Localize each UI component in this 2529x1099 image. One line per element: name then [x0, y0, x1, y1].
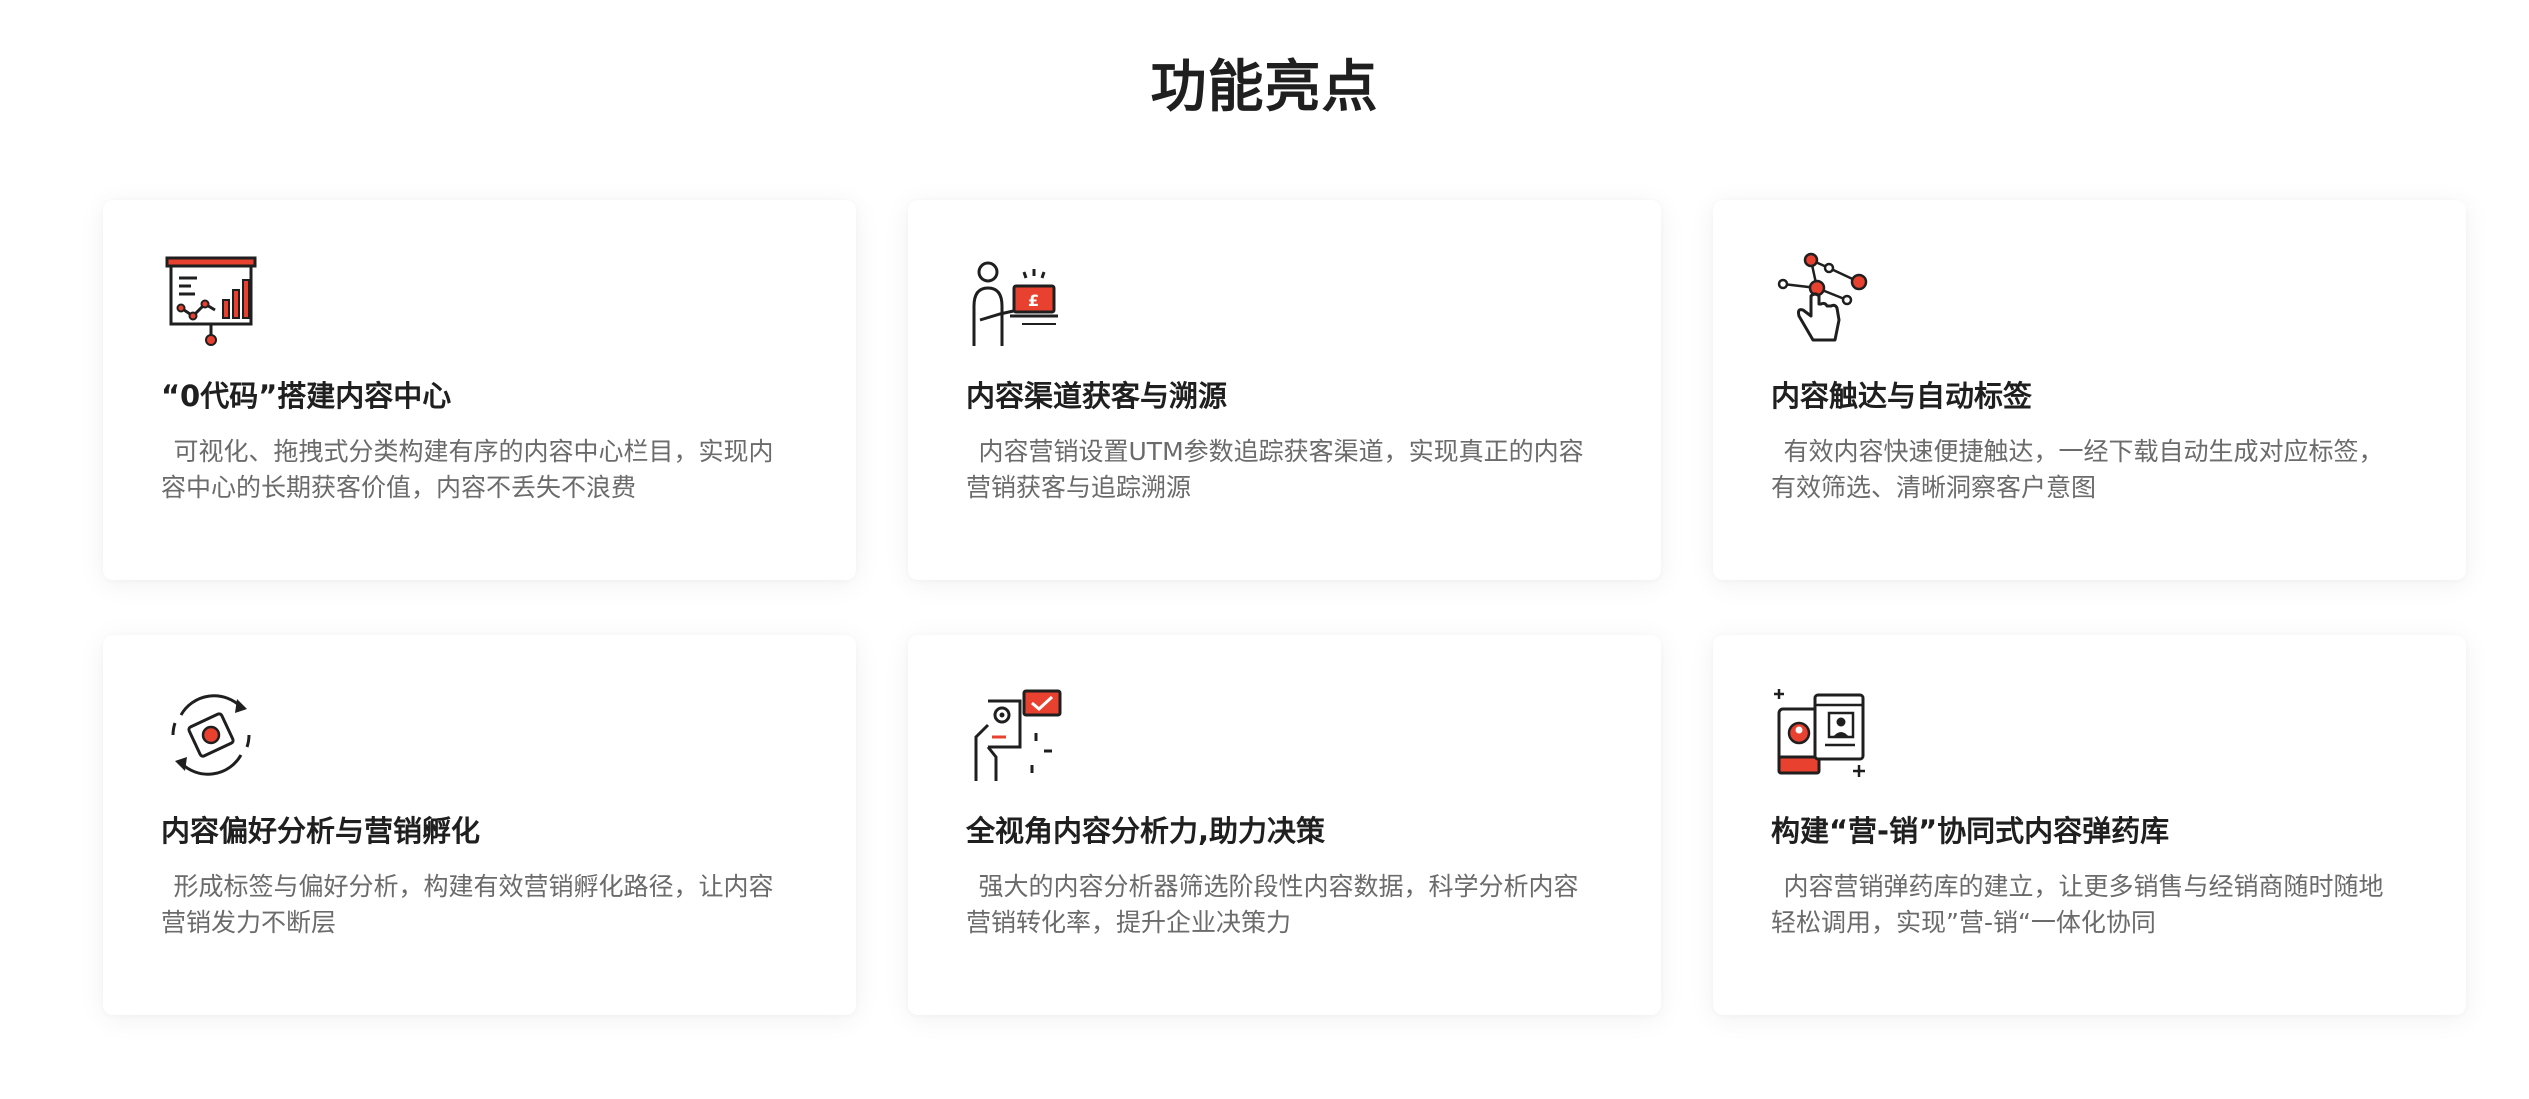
card-description: 形成标签与偏好分析，构建有效营销孵化路径，让内容营销发力不断层 — [161, 872, 774, 937]
card-title: 构建“营-销”协同式内容弹药库 — [1771, 814, 2170, 848]
feature-card-channel-tracking: £ 内容渠道获客与溯源 内容营销设置UTM参数追踪获客渠道，实现真正的内容营销获… — [908, 200, 1661, 580]
svg-text:£: £ — [1028, 291, 1039, 310]
hand-settings-check-icon — [974, 689, 1062, 781]
hand-network-icon — [1777, 252, 1868, 342]
card-description: 可视化、拖拽式分类构建有序的内容中心栏目，实现内容中心的长期获客价值，内容不丢失… — [161, 437, 774, 502]
feature-card-auto-tagging: 内容触达与自动标签 有效内容快速便捷触达，一经下载自动生成对应标签，有效筛选、清… — [1713, 200, 2466, 580]
feature-card-content-arsenal: 构建“营-销”协同式内容弹药库 内容营销弹药库的建立，让更多销售与经销商随时随地… — [1713, 635, 2466, 1015]
cycle-target-icon — [171, 694, 251, 776]
card-title: 内容渠道获客与溯源 — [966, 379, 1228, 413]
card-title: 内容触达与自动标签 — [1771, 379, 2033, 413]
card-description: 强大的内容分析器筛选阶段性内容数据，科学分析内容营销转化率，提升企业决策力 — [966, 872, 1579, 937]
card-title: 全视角内容分析力,助力决策 — [966, 814, 1326, 848]
feature-card-preference-analysis: 内容偏好分析与营销孵化 形成标签与偏好分析，构建有效营销孵化路径，让内容营销发力… — [103, 635, 856, 1015]
devices-profile-icon — [1774, 689, 1865, 777]
section-title: 功能亮点 — [1150, 55, 1379, 120]
person-laptop-icon: £ — [972, 261, 1058, 346]
card-description: 内容营销弹药库的建立，让更多销售与经销商随时随地轻松调用，实现”营-销“一体化协… — [1771, 872, 2384, 937]
card-title: “0代码”搭建内容中心 — [161, 379, 452, 413]
feature-card-content-center: “0代码”搭建内容中心 可视化、拖拽式分类构建有序的内容中心栏目，实现内容中心的… — [103, 200, 856, 580]
feature-grid: “0代码”搭建内容中心 可视化、拖拽式分类构建有序的内容中心栏目，实现内容中心的… — [103, 200, 2467, 1015]
card-description: 内容营销设置UTM参数追踪获客渠道，实现真正的内容营销获客与追踪溯源 — [966, 437, 1584, 502]
presentation-chart-icon — [165, 256, 257, 346]
card-title: 内容偏好分析与营销孵化 — [161, 814, 481, 848]
feature-card-decision-analytics: 全视角内容分析力,助力决策 强大的内容分析器筛选阶段性内容数据，科学分析内容营销… — [908, 635, 1661, 1015]
card-description: 有效内容快速便捷触达，一经下载自动生成对应标签，有效筛选、清晰洞察客户意图 — [1771, 437, 2384, 502]
